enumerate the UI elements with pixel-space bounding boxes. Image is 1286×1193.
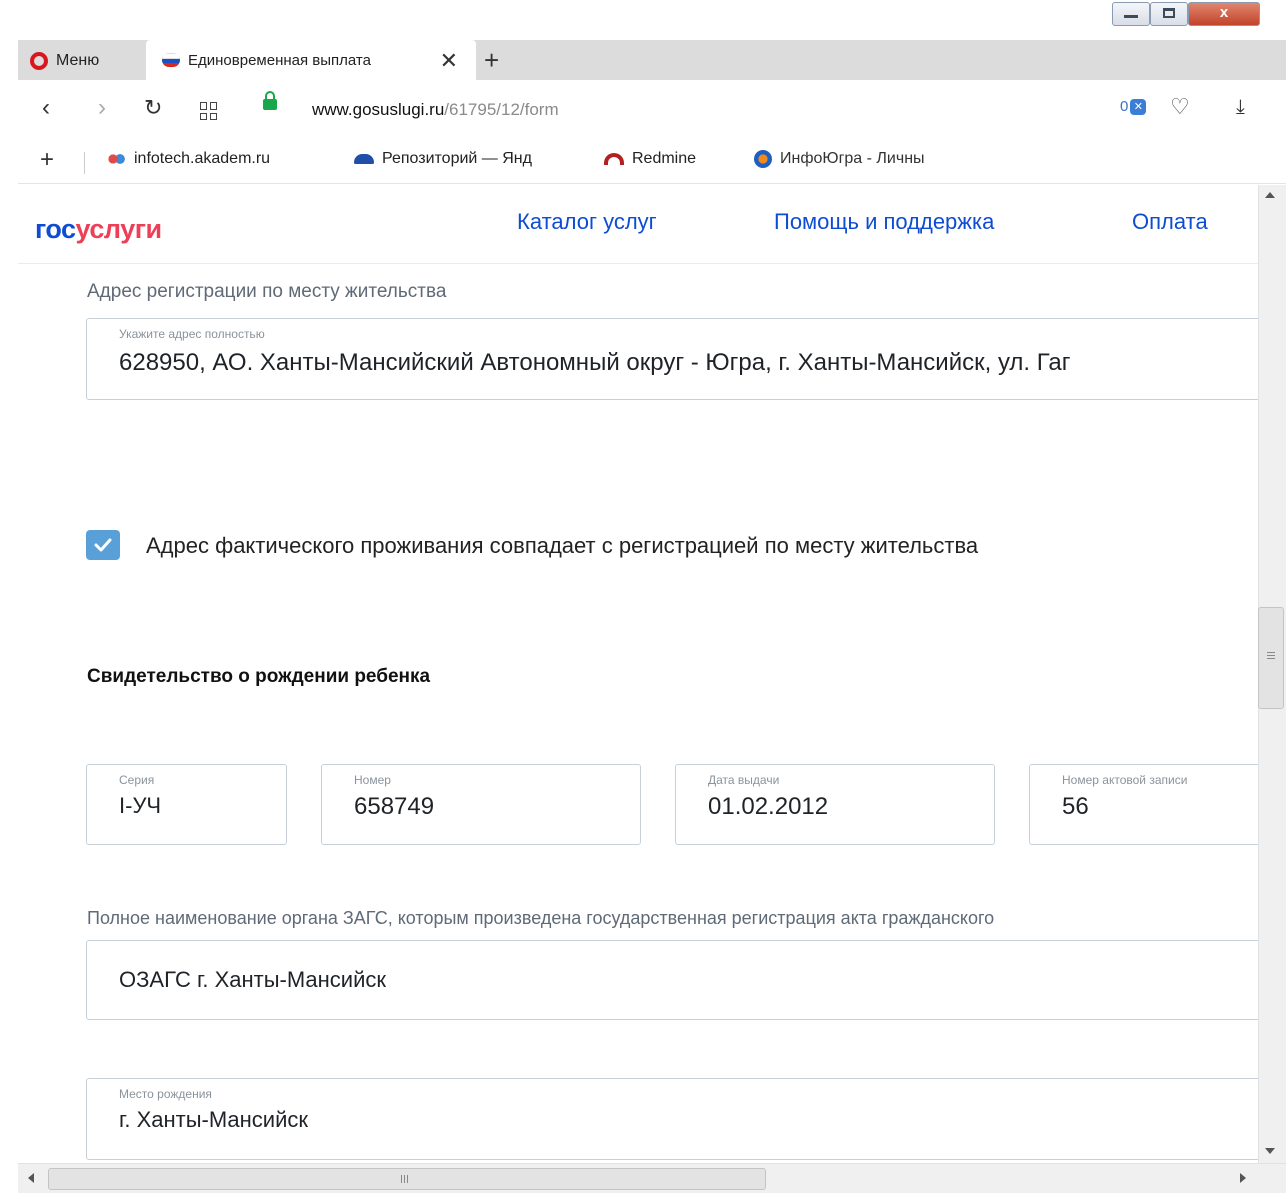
scroll-right-icon[interactable]	[1240, 1173, 1246, 1183]
bookmark-divider	[84, 152, 85, 174]
url-host: www.gosuslugi.ru	[312, 100, 445, 119]
nav-payment-link[interactable]: Оплата	[1132, 209, 1208, 235]
gosuslugi-logo[interactable]: госуслуги	[35, 214, 162, 245]
maximize-button[interactable]	[1150, 2, 1188, 26]
speed-dial-icon[interactable]	[200, 102, 218, 120]
opera-logo-icon	[30, 52, 48, 70]
number-value: 658749	[354, 793, 435, 820]
close-icon: x	[1219, 4, 1229, 21]
minimize-icon	[1124, 15, 1138, 18]
new-tab-button[interactable]: +	[484, 45, 499, 76]
url-field[interactable]: www.gosuslugi.ru/61795/12/form	[312, 100, 559, 120]
forward-icon[interactable]: ›	[98, 94, 106, 122]
download-icon[interactable]: ⤓	[1236, 96, 1245, 119]
infougra-icon	[754, 150, 772, 168]
series-value: I-УЧ	[119, 793, 162, 818]
add-bookmark-icon[interactable]: +	[40, 146, 54, 174]
reg-address-field[interactable]: Укажите адрес полностью 628950, АО. Хант…	[86, 318, 1276, 400]
adblock-icon: ✕	[1130, 98, 1147, 115]
adblock-badge[interactable]: 0 ✕	[1120, 98, 1147, 115]
checkmark-icon	[94, 538, 112, 552]
bookmark-repository[interactable]: Репозиторий — Янд	[354, 150, 532, 168]
bookmark-infougra[interactable]: ИнфоЮгра - Личны	[754, 150, 925, 168]
scroll-left-icon[interactable]	[28, 1173, 34, 1183]
back-icon[interactable]: ‹	[42, 94, 50, 122]
grip-icon	[1267, 652, 1275, 653]
record-number-label: Номер актовой записи	[1062, 773, 1188, 787]
infotech-icon	[106, 152, 126, 166]
opera-menu-button[interactable]: Меню	[30, 48, 99, 74]
zags-field[interactable]: ОЗАГС г. Ханты-Мансийск	[86, 940, 1276, 1020]
close-window-button[interactable]: x	[1188, 2, 1260, 26]
vertical-scroll-thumb[interactable]	[1258, 607, 1284, 709]
record-number-value: 56	[1062, 793, 1089, 820]
issue-date-field[interactable]: Дата выдачи 01.02.2012	[675, 764, 995, 845]
series-label: Серия	[119, 773, 155, 787]
scroll-up-icon[interactable]	[1265, 192, 1275, 198]
series-field[interactable]: Серия I-УЧ	[86, 764, 287, 845]
tab-close-icon[interactable]: ✕	[440, 48, 458, 74]
birthplace-field[interactable]: Место рождения г. Ханты-Мансийск	[86, 1078, 1276, 1160]
menu-label: Меню	[56, 52, 100, 69]
section-title: Свидетельство о рождении ребенка	[87, 666, 431, 687]
bookmark-redmine[interactable]: Redmine	[604, 150, 696, 168]
reg-address-value: 628950, АО. Ханты-Мансийский Автономный …	[119, 349, 1071, 376]
bookmark-infotech[interactable]: infotech.akadem.ru	[106, 150, 270, 168]
same-address-label: Адрес фактического проживания совпадает …	[146, 533, 979, 558]
russia-flag-icon	[162, 53, 180, 67]
tab-active[interactable]: Единовременная выплата ✕	[146, 40, 476, 80]
horizontal-scroll-thumb[interactable]	[48, 1168, 766, 1190]
issue-date-label: Дата выдачи	[708, 773, 780, 787]
record-number-field[interactable]: Номер актовой записи 56	[1029, 764, 1269, 845]
scroll-down-icon[interactable]	[1265, 1148, 1275, 1154]
number-field[interactable]: Номер 658749	[321, 764, 641, 845]
nav-help-link[interactable]: Помощь и поддержка	[774, 209, 994, 235]
repository-icon	[354, 154, 374, 164]
number-label: Номер	[354, 773, 391, 787]
nav-catalog-link[interactable]: Каталог услуг	[517, 209, 657, 235]
zags-value: ОЗАГС г. Ханты-Мансийск	[119, 967, 386, 992]
grip-icon	[401, 1175, 402, 1183]
heart-icon[interactable]: ♡	[1170, 94, 1190, 120]
reload-icon[interactable]: ↻	[144, 95, 162, 121]
issue-date-value: 01.02.2012	[708, 793, 829, 820]
tab-title: Единовременная выплата	[188, 51, 371, 69]
zags-label: Полное наименование органа ЗАГС, которым…	[87, 908, 995, 928]
minimize-button[interactable]	[1112, 2, 1150, 26]
redmine-icon	[604, 153, 624, 165]
birthplace-value: г. Ханты-Мансийск	[119, 1107, 308, 1132]
same-address-checkbox[interactable]	[86, 530, 120, 560]
birthplace-label: Место рождения	[119, 1087, 212, 1101]
window-titlebar	[0, 0, 1286, 40]
maximize-icon	[1163, 8, 1175, 18]
url-path: /61795/12/form	[444, 100, 559, 119]
reg-address-label: Адрес регистрации по месту жительства	[87, 281, 447, 302]
reg-address-placeholder: Укажите адрес полностью	[119, 327, 265, 341]
adblock-count: 0	[1120, 98, 1129, 115]
secure-lock-icon[interactable]	[263, 91, 277, 110]
